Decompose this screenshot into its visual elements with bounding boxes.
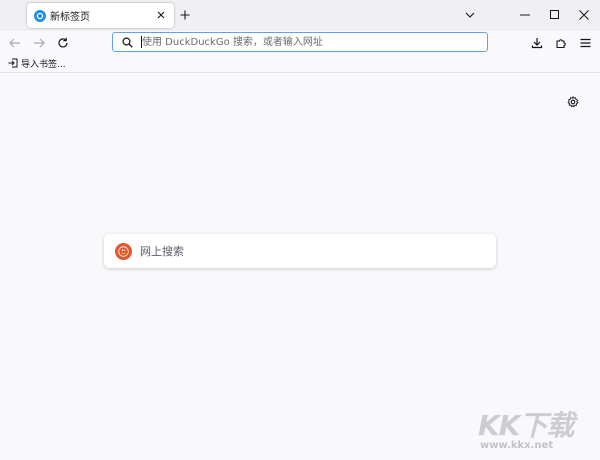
text-caret [141,36,142,48]
gear-icon[interactable] [565,94,581,110]
window-close-icon[interactable] [575,6,593,24]
new-tab-page: 网上搜索 [0,74,600,460]
web-search-box[interactable]: 网上搜索 [104,234,496,268]
watermark-logo: KK下载 [478,409,574,442]
minimize-icon[interactable] [516,6,534,24]
firefox-favicon-icon [34,9,46,22]
close-icon[interactable] [154,8,168,22]
import-bookmarks-button[interactable]: 导入书签... [8,57,66,70]
watermark: KK下载 www.kkx.net [478,404,596,458]
download-icon[interactable] [528,34,546,52]
import-bookmarks-label: 导入书签... [21,60,66,70]
web-search-placeholder: 网上搜索 [140,245,184,258]
plus-icon[interactable] [178,8,192,22]
url-bar[interactable] [112,32,488,52]
tab-new-tab[interactable]: 新标签页 [27,3,174,28]
tab-strip: 新标签页 [0,0,600,31]
maximize-icon[interactable] [546,6,564,24]
reload-icon[interactable] [54,34,72,52]
back-arrow-icon[interactable] [6,34,24,52]
duckduckgo-logo-icon [115,242,132,260]
navigation-bar [0,31,600,54]
watermark-url: www.kkx.net [480,440,554,451]
search-icon [121,36,133,48]
bookmarks-toolbar: 导入书签... [0,54,600,73]
import-icon [8,57,18,71]
url-input[interactable] [142,34,487,50]
menu-icon[interactable] [576,34,594,52]
tab-title: 新标签页 [50,12,90,23]
forward-arrow-icon[interactable] [30,34,48,52]
extensions-icon[interactable] [552,34,570,52]
chevron-down-icon[interactable] [463,8,477,22]
